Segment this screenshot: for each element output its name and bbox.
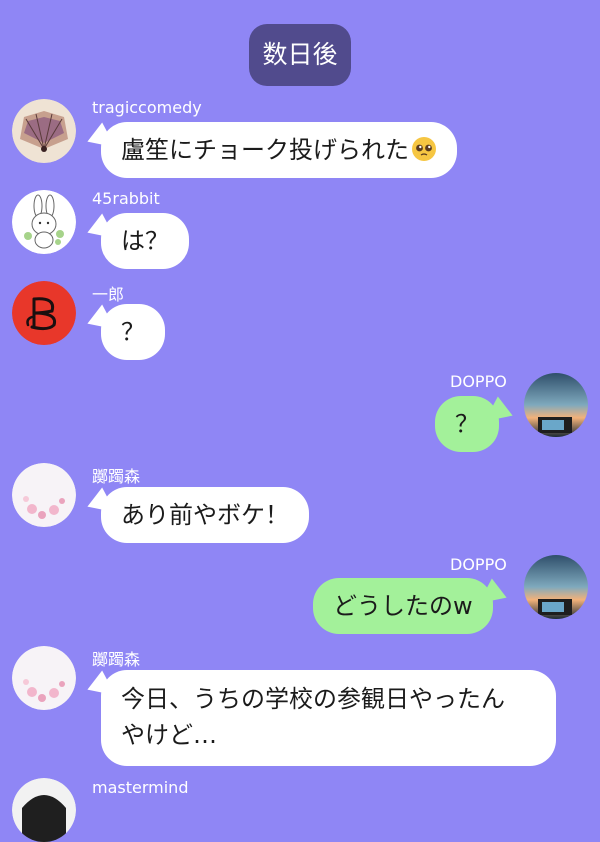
tsutsujimori-avatar[interactable] <box>12 463 76 527</box>
message-bubble[interactable]: あり前やボケ！ <box>101 487 309 543</box>
message-bubble[interactable]: どうしたのw <box>313 578 493 634</box>
sender-name: 一郎 <box>92 285 125 304</box>
45rabbit-avatar[interactable] <box>12 190 76 254</box>
sender-name: 45rabbit <box>92 189 160 208</box>
message-bubble[interactable]: ？ <box>435 396 499 452</box>
message-bubble[interactable]: 今日、うちの学校の参観日やったん やけど… <box>101 670 556 766</box>
doppo-avatar[interactable] <box>524 373 588 437</box>
message-text: 盧笙にチョーク投げられた <box>121 136 409 164</box>
folding-fan-icon <box>12 99 76 163</box>
mastermind-avatar[interactable] <box>12 778 76 842</box>
message-text: ？ <box>455 410 479 438</box>
sender-name: 躑躅森 <box>92 650 141 669</box>
message-bubble[interactable]: ？ <box>101 304 165 360</box>
cherry-blossom-icon <box>12 646 76 710</box>
message-text: あり前やボケ！ <box>121 501 289 529</box>
rabbit-icon <box>12 190 76 254</box>
tragiccomedy-avatar[interactable] <box>12 99 76 163</box>
sender-name: 躑躅森 <box>92 467 141 486</box>
message-text: ？ <box>121 318 145 346</box>
doppo-avatar[interactable] <box>524 555 588 619</box>
message-bubble[interactable]: 盧笙にチョーク投げられた <box>101 122 457 178</box>
sender-name: DOPPO <box>450 372 507 391</box>
date-badge: 数日後 <box>249 24 351 86</box>
message-bubble[interactable]: は？ <box>101 213 189 269</box>
cherry-blossom-icon <box>12 463 76 527</box>
message-text: は？ <box>121 227 169 255</box>
letter-b-icon <box>12 281 76 345</box>
message-text-line: 今日、うちの学校の参観日やったん <box>121 685 505 713</box>
sender-name: mastermind <box>92 778 189 797</box>
pleading-face-emoji-icon <box>412 137 436 161</box>
tsutsujimori-avatar[interactable] <box>12 646 76 710</box>
sunset-camera-icon <box>524 555 588 619</box>
sender-name: DOPPO <box>450 555 507 574</box>
message-text: どうしたのw <box>333 592 473 620</box>
sender-name: tragiccomedy <box>92 98 202 117</box>
ichiro-avatar[interactable] <box>12 281 76 345</box>
message-text-line: やけど… <box>121 721 217 749</box>
sunset-camera-icon <box>524 373 588 437</box>
dark-avatar-icon <box>12 778 76 842</box>
